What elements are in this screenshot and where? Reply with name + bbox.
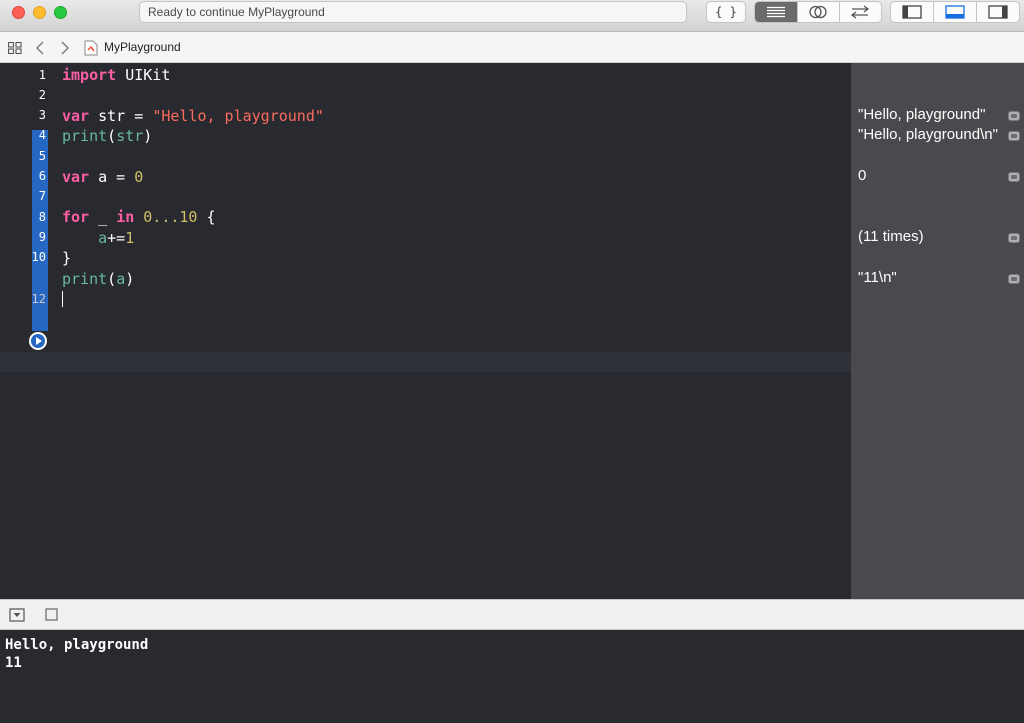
quick-look-icon[interactable] <box>1008 274 1020 284</box>
punctuation-token: ) <box>143 127 153 145</box>
source-editor[interactable]: 1 2 3 4 5 6 7 8 9 10 12 import UIKit var… <box>0 63 851 599</box>
arrows-swap-icon <box>851 5 870 19</box>
variable-token: a <box>116 270 126 288</box>
indent-token <box>62 229 98 247</box>
console-output[interactable]: Hello, playground 11 <box>0 630 1024 723</box>
line-number[interactable]: 10 <box>0 247 46 267</box>
bottom-panel-icon <box>945 5 965 19</box>
code-line[interactable]: print(str) <box>62 126 152 146</box>
minimize-window-button[interactable] <box>33 6 46 19</box>
line-number[interactable]: 3 <box>0 105 46 125</box>
xcode-playground-window: Ready to continue MyPlayground { } MyPla… <box>0 0 1024 723</box>
function-token: print <box>62 127 108 145</box>
toggle-debug-area-button[interactable] <box>933 2 975 22</box>
console-line: Hello, playground <box>5 637 149 653</box>
run-to-line-button[interactable] <box>29 332 47 350</box>
jump-bar: MyPlayground <box>0 32 1024 63</box>
punctuation-token: ( <box>107 270 117 288</box>
identifier-token: str = <box>89 107 153 125</box>
result-value[interactable]: "11\n" <box>858 269 897 286</box>
function-token: print <box>62 270 108 288</box>
assistant-editor-button[interactable] <box>797 2 838 22</box>
result-value[interactable]: "Hello, playground" <box>858 106 985 123</box>
close-window-button[interactable] <box>12 6 25 19</box>
keyword-token: var <box>62 168 90 186</box>
variable-token: str <box>116 127 144 145</box>
identifier-token: UIKit <box>116 66 171 84</box>
console-line: 11 <box>5 655 22 671</box>
punctuation-token: { <box>197 208 216 226</box>
quick-look-icon[interactable] <box>1008 131 1020 141</box>
result-value[interactable]: 0 <box>858 167 866 184</box>
result-value[interactable]: (11 times) <box>858 228 924 245</box>
venn-circles-icon <box>809 5 828 19</box>
quick-look-icon[interactable] <box>1008 111 1020 121</box>
right-panel-icon <box>988 5 1008 19</box>
activity-status-text: Ready to continue MyPlayground <box>148 5 325 19</box>
toggle-navigator-button[interactable] <box>891 2 933 22</box>
back-chevron-icon[interactable] <box>35 41 45 55</box>
identifier-token: a = <box>89 168 135 186</box>
playground-file-icon <box>84 40 98 56</box>
code-line[interactable]: a+=1 <box>62 228 134 248</box>
code-line[interactable]: var a = 0 <box>62 167 143 187</box>
activity-viewer: Ready to continue MyPlayground <box>139 1 687 23</box>
number-literal-token: 0 <box>134 168 144 186</box>
toggle-inspector-button[interactable] <box>975 2 1019 22</box>
string-literal-token: "Hello, playground" <box>152 107 324 125</box>
current-line-highlight <box>0 352 851 372</box>
editor-mode-segmented-control <box>754 1 882 23</box>
results-sidebar: "Hello, playground" "Hello, playground\n… <box>851 63 1024 599</box>
quick-look-icon[interactable] <box>1008 172 1020 182</box>
lines-icon <box>767 6 786 18</box>
line-number[interactable]: 6 <box>0 166 46 186</box>
text-cursor <box>62 291 63 307</box>
line-number[interactable]: 12 <box>0 289 46 309</box>
braces-icon: { } <box>715 5 737 19</box>
code-line[interactable]: var str = "Hello, playground" <box>62 106 324 126</box>
debug-bar <box>0 599 1024 630</box>
code-line[interactable]: for _ in 0...10 { <box>62 207 216 227</box>
play-icon <box>31 334 45 348</box>
left-panel-icon <box>902 5 922 19</box>
zoom-window-button[interactable] <box>54 6 67 19</box>
line-number[interactable]: 8 <box>0 207 46 227</box>
quick-look-icon[interactable] <box>1008 233 1020 243</box>
keyword-token: import <box>62 66 117 84</box>
number-literal-token: 1 <box>125 229 135 247</box>
panel-toggle-segmented-control <box>890 1 1020 23</box>
punctuation-token: ( <box>107 127 117 145</box>
library-button[interactable]: { } <box>706 1 746 23</box>
punctuation-token: } <box>62 249 72 267</box>
code-line[interactable]: import UIKit <box>62 65 170 85</box>
line-number[interactable]: 4 <box>0 125 46 145</box>
keyword-token: var <box>62 107 90 125</box>
version-editor-button[interactable] <box>838 2 881 22</box>
line-number[interactable]: 5 <box>0 146 46 166</box>
related-items-grid-icon[interactable] <box>8 42 22 54</box>
keyword-token: in <box>116 208 135 226</box>
forward-chevron-icon[interactable] <box>60 41 70 55</box>
variable-token: a <box>98 229 108 247</box>
line-number[interactable]: 7 <box>0 186 46 206</box>
hide-debug-area-icon[interactable] <box>9 608 25 622</box>
line-number[interactable]: 1 <box>0 65 46 85</box>
line-number[interactable]: 2 <box>0 85 46 105</box>
code-line[interactable]: print(a) <box>62 269 134 289</box>
code-line[interactable]: } <box>62 248 71 268</box>
window-toolbar: Ready to continue MyPlayground { } <box>0 0 1024 32</box>
keyword-token: for <box>62 208 90 226</box>
operator-token: += <box>107 229 126 247</box>
jump-bar-file-name[interactable]: MyPlayground <box>104 40 181 54</box>
number-literal-token: 0...10 <box>143 208 198 226</box>
line-number[interactable]: 9 <box>0 227 46 247</box>
result-value[interactable]: "Hello, playground\n" <box>858 126 998 143</box>
stop-button-icon[interactable] <box>45 608 59 622</box>
standard-editor-button[interactable] <box>755 2 798 22</box>
identifier-token: _ <box>89 208 117 226</box>
punctuation-token: ) <box>125 270 135 288</box>
